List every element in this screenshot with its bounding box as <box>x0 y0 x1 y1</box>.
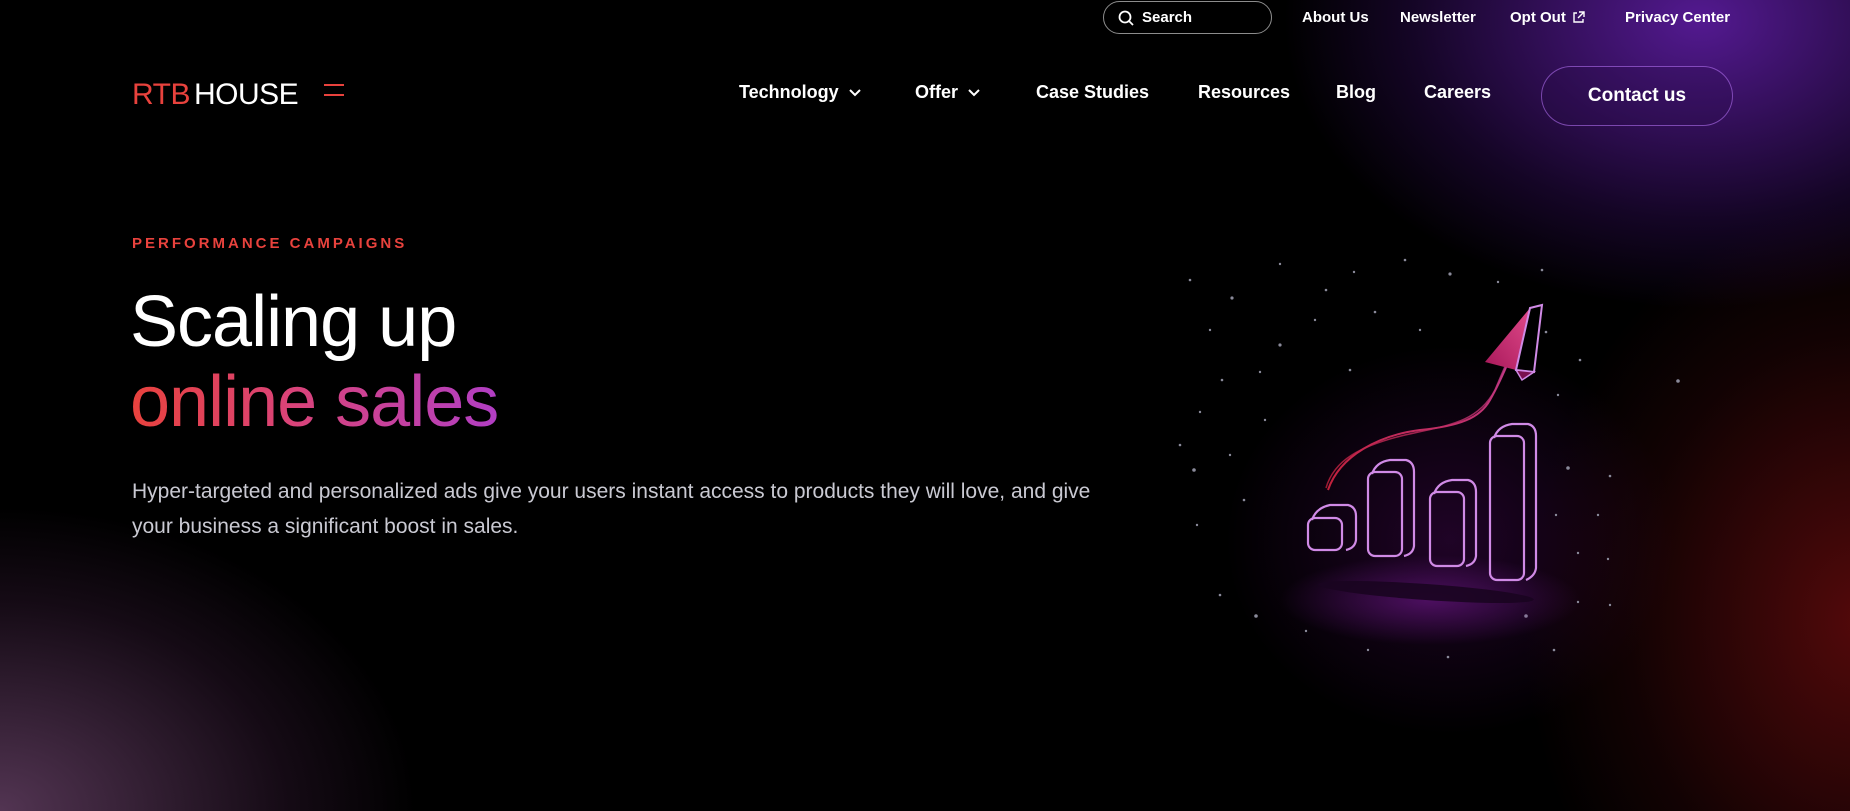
contact-us-button[interactable]: Contact us <box>1541 66 1733 126</box>
opt-out-link[interactable]: Opt Out <box>1510 9 1585 26</box>
chevron-down-icon <box>848 88 861 96</box>
nav-technology-label: Technology <box>739 82 839 102</box>
logo-rtb: RTB <box>132 78 190 111</box>
hero-eyebrow: PERFORMANCE CAMPAIGNS <box>132 235 408 252</box>
logo-house: HOUSE <box>193 78 299 111</box>
search-label: Search <box>1142 9 1193 26</box>
search-input[interactable]: Search <box>1103 1 1272 34</box>
hero-title-line2: online sales <box>130 362 499 442</box>
search-icon <box>1118 10 1134 26</box>
nav-careers[interactable]: Careers <box>1424 82 1491 103</box>
nav-resources[interactable]: Resources <box>1198 82 1290 103</box>
chevron-down-icon <box>968 88 980 96</box>
utility-bar: Search About Us Newsletter Opt Out Priva… <box>0 0 1850 36</box>
hero-description: Hyper-targeted and personalized ads give… <box>132 480 1091 538</box>
opt-out-label: Opt Out <box>1510 9 1566 26</box>
logo[interactable]: RTB HOUSE <box>132 78 299 112</box>
external-link-icon <box>1573 11 1585 23</box>
about-us-link[interactable]: About Us <box>1302 9 1369 26</box>
hero-title-line1: Scaling up <box>130 282 457 362</box>
nav-offer[interactable]: Offer <box>915 82 980 103</box>
paper-plane-icon <box>1485 303 1544 382</box>
nav-technology[interactable]: Technology <box>739 82 861 103</box>
nav-blog[interactable]: Blog <box>1336 82 1376 103</box>
privacy-center-link[interactable]: Privacy Center <box>1625 9 1730 26</box>
menu-icon[interactable] <box>324 84 344 98</box>
hero-title: Scaling up online sales <box>130 282 499 442</box>
growth-chart-illustration <box>1178 258 1680 659</box>
nav-case-studies[interactable]: Case Studies <box>1036 82 1149 103</box>
nav-offer-label: Offer <box>915 82 959 102</box>
newsletter-link[interactable]: Newsletter <box>1400 9 1476 26</box>
